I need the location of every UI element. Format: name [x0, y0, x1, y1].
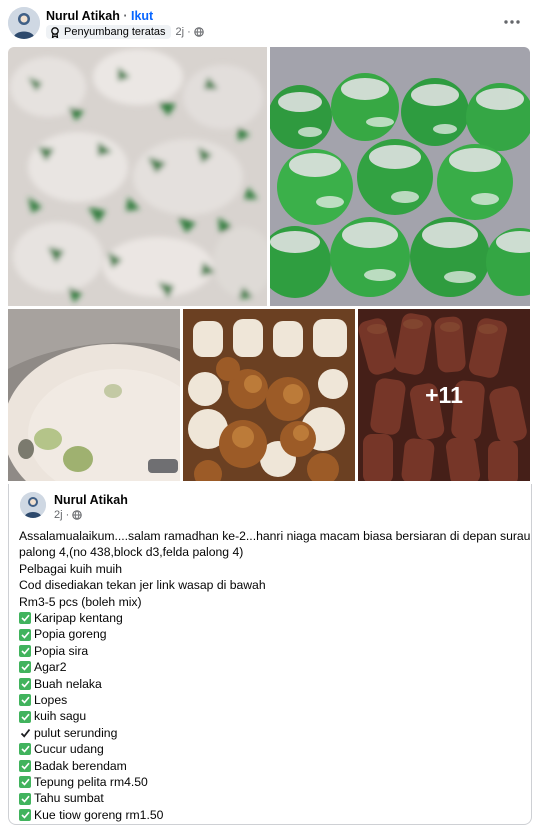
menu-item: kuih sagu [19, 708, 519, 724]
follow-button[interactable]: Ikut [131, 9, 153, 23]
top-contributor-badge[interactable]: Penyumbang teratas [46, 25, 171, 39]
menu-item-label: pulut serunding [34, 725, 118, 740]
author-name[interactable]: Nurul Atikah [46, 9, 120, 23]
menu-item: Agar2 [19, 659, 519, 675]
more-photos-count: +11 [425, 381, 463, 408]
menu-item: Tepung pelita rm4.50 [19, 774, 519, 790]
post-body: Assalamualaikum....salam ramadhan ke-2..… [19, 528, 531, 823]
badge-icon [51, 26, 59, 38]
green-check-icon [19, 628, 31, 641]
green-check-icon [19, 661, 31, 674]
more-options-button[interactable] [502, 12, 522, 32]
post-meta: Penyumbang teratas 2j · [46, 24, 204, 40]
menu-item-label: Agar2 [34, 660, 67, 675]
globe-icon [194, 27, 204, 37]
post-text-line: Pelbagai kuih muih [19, 561, 122, 576]
green-check-icon [19, 612, 31, 625]
separator-dot: · [123, 9, 128, 23]
menu-item: Cucur udang [19, 741, 519, 757]
ellipsis-icon [504, 20, 520, 24]
menu-item-label: Lopes [34, 692, 68, 707]
photo-kuih-closeup[interactable] [8, 47, 267, 306]
badge-label: Penyumbang teratas [64, 26, 166, 38]
more-photos-overlay[interactable]: +11 [358, 309, 530, 481]
menu-item: Popia sira [19, 643, 519, 659]
photo-popia-goreng[interactable]: +11 [358, 309, 530, 481]
post-text-line: Rm3-5 pcs (boleh mix) [19, 594, 142, 609]
green-check-icon [19, 694, 31, 707]
menu-item-label: Tahu sumbat [34, 791, 104, 806]
shared-post-card[interactable]: Nurul Atikah 2j · Assalamualaikum....sal… [8, 484, 532, 825]
green-check-icon [19, 792, 31, 805]
post-text-line: Cod disediakan tekan jer link wasap di b… [19, 578, 266, 593]
shared-author-name[interactable]: Nurul Atikah [54, 493, 128, 507]
post-text-line: palong 4,(no 438,block d3,felda palong 4… [19, 545, 244, 560]
menu-item: Karipap kentang [19, 610, 519, 626]
menu-item-label: Tepung pelita rm4.50 [34, 774, 148, 789]
globe-icon [72, 510, 82, 520]
meta-dot: · [187, 26, 191, 38]
menu-item: pulut serunding [19, 725, 519, 741]
green-check-icon [19, 743, 31, 756]
post-header: Nurul Atikah · Ikut Penyumbang teratas 2… [0, 0, 534, 44]
author-line: Nurul Atikah · Ikut [46, 9, 153, 23]
menu-item-label: Popia sira [34, 643, 89, 658]
photo-green-kuih[interactable] [270, 47, 530, 306]
shared-author-avatar[interactable] [20, 492, 46, 518]
meta-dot: · [65, 509, 70, 521]
photo-pulut-serunding[interactable] [183, 309, 355, 481]
menu-item-label: Karipap kentang [34, 611, 123, 626]
menu-item-label: Cucur udang [34, 742, 104, 757]
green-check-icon [19, 710, 31, 723]
green-check-icon [19, 645, 31, 657]
green-check-icon [19, 759, 31, 772]
check-mark-icon [19, 727, 31, 739]
menu-item-label: Buah nelaka [34, 676, 102, 691]
menu-item-label: Popia goreng [34, 627, 107, 642]
menu-item: Kue tiow goreng rm1.50 [19, 807, 519, 823]
post-time[interactable]: 2j [176, 26, 185, 38]
post-text-line: Assalamualaikum....salam ramadhan ke-2..… [19, 529, 531, 543]
menu-item: Popia goreng [19, 626, 519, 642]
author-avatar[interactable] [8, 7, 40, 39]
menu-item: Badak berendam [19, 758, 519, 774]
photo-coconut-dessert[interactable] [8, 309, 180, 481]
menu-item-label: Kue tiow goreng rm1.50 [34, 807, 164, 822]
menu-item: Buah nelaka [19, 676, 519, 692]
menu-item-label: kuih sagu [34, 709, 87, 724]
menu-item: Tahu sumbat [19, 790, 519, 806]
green-check-icon [19, 677, 31, 690]
menu-item: Lopes [19, 692, 519, 708]
green-check-icon [19, 808, 31, 821]
shared-post-time[interactable]: 2j [54, 509, 63, 521]
menu-item-label: Badak berendam [34, 758, 127, 773]
green-check-icon [19, 776, 31, 789]
shared-post-meta: 2j · [54, 509, 82, 521]
